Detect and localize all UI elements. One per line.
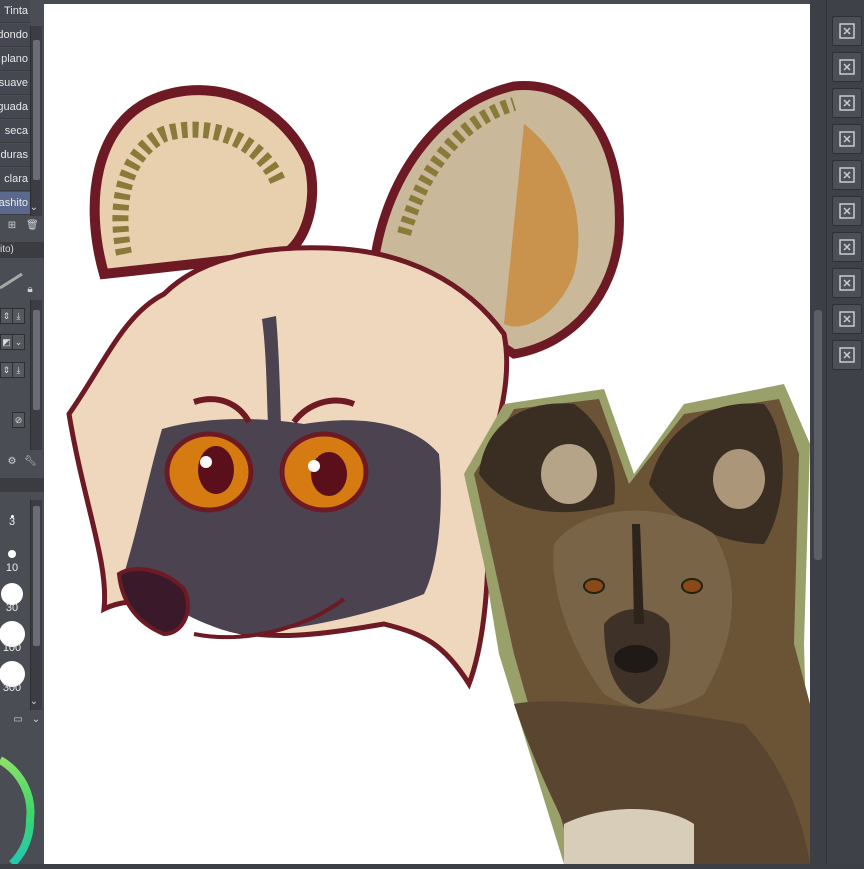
tab-tool-property[interactable]: ito) <box>0 242 44 258</box>
scroll-down-icon[interactable]: ⌄ <box>28 202 40 214</box>
brush-label: Tinta <box>3 5 28 17</box>
opacity-pressure-icon[interactable]: ⤓ <box>12 362 25 378</box>
brush-label: clara <box>4 173 28 185</box>
brush-size-dot <box>8 550 16 558</box>
scroll-thumb[interactable] <box>814 310 822 560</box>
brush-size-option[interactable]: 300 <box>0 660 28 698</box>
brush-label: plano <box>1 53 28 65</box>
save-icon[interactable] <box>832 52 862 82</box>
brush-panel: Tinta redondo plano suave aguada seca duras cla… <box>0 0 45 864</box>
trash-icon[interactable]: 🗑 <box>26 220 39 232</box>
transform-icon[interactable] <box>832 196 862 226</box>
texture-icon[interactable] <box>832 124 862 154</box>
scroll-thumb[interactable] <box>33 506 40 646</box>
brush-list-item[interactable]: Tinta <box>0 0 30 23</box>
scroll-thumb[interactable] <box>33 310 40 410</box>
pressure-icon[interactable]: ⤓ <box>12 308 25 324</box>
property-scrollbar[interactable] <box>30 300 42 450</box>
canvas-area[interactable] <box>44 0 826 864</box>
scroll-thumb[interactable] <box>33 40 40 180</box>
brush-size-option[interactable]: 30 <box>0 580 28 618</box>
edit-icon[interactable] <box>832 268 862 298</box>
brush-list-item[interactable]: clara <box>0 168 30 191</box>
layer-icon[interactable]: ▭ <box>12 714 24 726</box>
chevron-down-icon[interactable]: ⌄ <box>30 714 42 726</box>
size-scrollbar[interactable] <box>30 500 42 710</box>
brush-list-item[interactable]: duras <box>0 144 30 167</box>
figure-icon[interactable] <box>832 340 862 370</box>
brush-label: ashito <box>0 197 28 209</box>
close-icon[interactable] <box>832 88 862 118</box>
brush-size-label: 3 <box>8 516 16 528</box>
reference-photo <box>464 384 810 864</box>
brush-list-item[interactable]: suave <box>0 72 30 95</box>
scroll-down-icon[interactable]: ⌄ <box>28 696 40 708</box>
tab-label: ito) <box>0 244 14 255</box>
brush-list-item[interactable]: seca <box>0 120 30 143</box>
brush-list-item[interactable]: ashito <box>0 192 30 215</box>
stabilizer-icon[interactable]: ⊘ <box>12 412 25 428</box>
brush-size-option[interactable]: 100 <box>0 620 28 658</box>
brush-list-item[interactable]: aguada <box>0 96 30 119</box>
brush-size-label: 300 <box>2 682 22 694</box>
brush-size-label: 10 <box>5 562 19 574</box>
close-file-icon[interactable] <box>832 16 862 46</box>
brush-list-scrollbar[interactable] <box>30 26 42 216</box>
brush-size-option[interactable]: 10 <box>0 540 28 578</box>
artwork <box>66 81 810 864</box>
brush-list-item[interactable]: plano <box>0 48 30 71</box>
brush-list-item[interactable]: redondo <box>0 24 30 47</box>
command-bar <box>826 0 864 864</box>
settings-icon[interactable]: ⚙ <box>6 456 18 468</box>
drawing-canvas[interactable] <box>44 4 810 864</box>
canvas-scrollbar[interactable] <box>810 0 826 864</box>
brush-size-option[interactable]: 3 <box>0 502 28 540</box>
layer-save-icon[interactable] <box>832 160 862 190</box>
add-brush-icon[interactable]: ⊞ <box>6 220 18 232</box>
brush-size-label: 30 <box>5 602 19 614</box>
camera-layer-icon[interactable] <box>832 304 862 334</box>
color-wheel[interactable] <box>0 740 44 864</box>
chevron-down-icon[interactable]: ⌄ <box>12 334 25 350</box>
brush-label: aguada <box>0 101 28 113</box>
brush-size-tab[interactable] <box>0 478 44 492</box>
brush-label: duras <box>0 149 28 161</box>
wrench-icon[interactable]: 🔧︎ <box>24 456 37 468</box>
folder-icon[interactable] <box>832 232 862 262</box>
brush-label: redondo <box>0 29 28 41</box>
lock-icon[interactable]: 🔒︎ <box>24 284 36 296</box>
brush-label: suave <box>0 77 28 89</box>
brush-size-label: 100 <box>2 642 22 654</box>
brush-label: seca <box>4 125 28 137</box>
